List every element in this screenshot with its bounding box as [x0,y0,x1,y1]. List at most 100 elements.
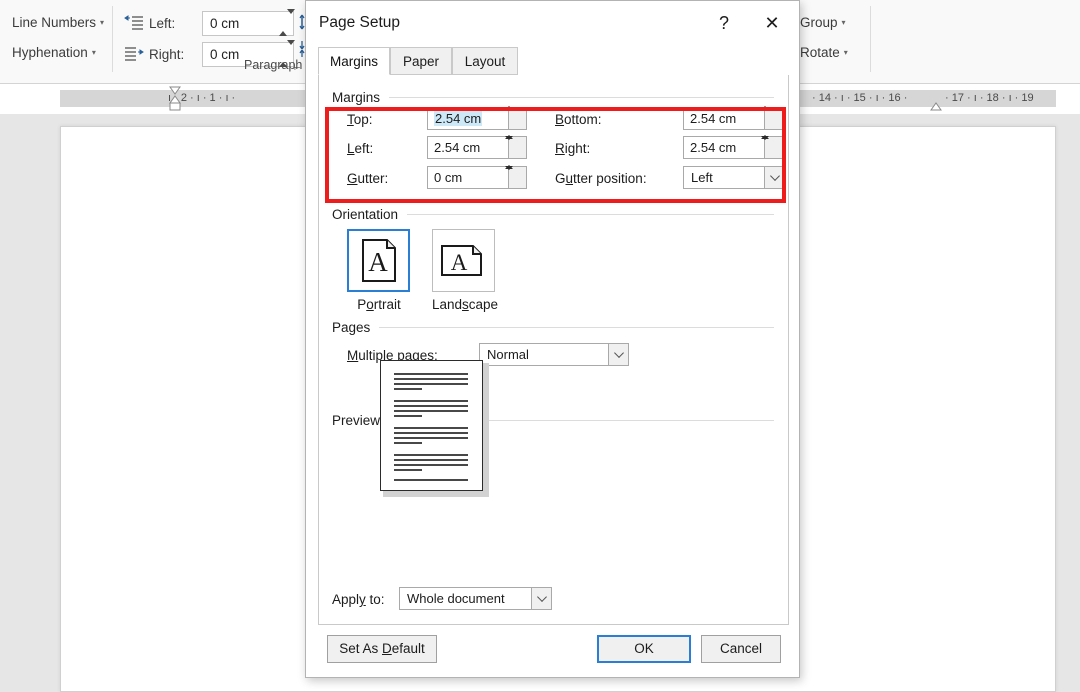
margin-top-value: 2.54 cm [434,111,482,126]
apply-to-dropdown-button[interactable] [531,587,552,610]
ribbon-divider [870,6,871,72]
gutter-position-label: Gutter position: [555,171,647,186]
help-icon[interactable]: ? [711,10,737,36]
margin-top-label: Top: [347,112,373,127]
rotate-label: Rotate [800,45,840,60]
set-as-default-button[interactable]: Set As Default [327,635,437,663]
margin-left-label: Left: [347,141,373,156]
stepper-down-icon [761,107,769,111]
group-button[interactable]: Group ▾ [800,16,846,30]
apply-to-label: Apply to: [332,592,385,607]
margin-bottom-value: 2.54 cm [690,111,736,126]
margins-group-rule [389,97,774,98]
indent-left-input[interactable]: 0 cm [202,11,294,36]
chevron-down-icon: ▾ [842,16,846,30]
indent-left-value: 0 cm [210,16,239,31]
multiple-pages-select[interactable]: Normal [479,343,629,366]
svg-text:A: A [368,247,388,277]
orientation-portrait-tile[interactable]: A [347,229,410,292]
tab-margins[interactable]: Margins [318,47,390,75]
line-numbers-label: Line Numbers [12,15,96,30]
cancel-button[interactable]: Cancel [701,635,781,663]
margin-bottom-input[interactable]: 2.54 cm [683,107,783,130]
gutter-position-select[interactable]: Left [683,166,785,189]
group-label: Group [800,15,838,30]
preview-page [380,360,483,491]
chevron-down-icon: ▾ [92,46,96,60]
indent-right-label: Right: [149,47,184,62]
right-indent-marker-icon[interactable] [930,98,942,107]
dialog-footer: Set As Default OK Cancel [306,625,799,679]
gutter-value: 0 cm [434,170,462,185]
landscape-page-icon: A [433,230,494,291]
orientation-group-label: Orientation [332,207,398,223]
apply-to-select[interactable]: Whole document [399,587,552,610]
orientation-group-rule [407,214,774,215]
gutter-position-dropdown-button[interactable] [764,166,785,189]
gutter-input[interactable]: 0 cm [427,166,527,189]
indent-right-value: 0 cm [210,47,239,62]
ruler-ticks-right-after: · 17 · ı · 18 · ı · 19 [945,90,1034,107]
chevron-down-icon: ▾ [844,46,848,60]
line-numbers-button[interactable]: Line Numbers ▾ [12,16,104,30]
gutter-position-value: Left [691,170,713,185]
gutter-stepper[interactable] [508,166,527,189]
preview-text-lines-icon [381,361,481,489]
dialog-titlebar[interactable]: Page Setup ? ✕ [306,1,799,47]
hyphenation-label: Hyphenation [12,45,88,60]
margin-left-stepper[interactable] [508,136,527,159]
dialog-body: Margins Top: 2.54 cm Bottom: 2.54 cm Lef… [318,75,789,625]
multiple-pages-dropdown-button[interactable] [608,343,629,366]
dialog-title: Page Setup [319,14,400,32]
margin-left-input[interactable]: 2.54 cm [427,136,527,159]
dialog-tabstrip: Margins Paper Layout [318,47,789,75]
multiple-pages-value: Normal [487,347,529,362]
margin-bottom-stepper[interactable] [764,107,783,130]
margin-right-stepper[interactable] [764,136,783,159]
preview-group-label: Preview [332,413,380,429]
indent-left-label: Left: [149,16,175,31]
margin-top-input[interactable]: 2.54 cm [427,107,527,130]
ribbon-divider [112,6,113,72]
margin-right-input[interactable]: 2.54 cm [683,136,783,159]
margin-right-label: Right: [555,141,590,156]
margin-right-value: 2.54 cm [690,140,736,155]
stepper-up-icon[interactable] [279,14,287,36]
indent-left-row: Left: 0 cm [124,10,294,38]
portrait-page-icon: A [349,231,408,290]
tab-paper[interactable]: Paper [390,47,452,75]
page-setup-dialog: Page Setup ? ✕ Margins Paper Layout Marg… [305,0,800,678]
stepper-down-icon [505,166,513,170]
orientation-landscape-tile[interactable]: A [432,229,495,292]
stepper-down-icon [761,136,769,140]
indent-right-icon [124,46,144,62]
pages-group-label: Pages [332,320,370,336]
stepper-down-icon[interactable] [287,9,295,31]
tab-layout[interactable]: Layout [452,47,518,75]
margins-group-label: Margins [332,90,380,106]
first-line-indent-marker-icon[interactable] [168,86,182,112]
stepper-down-icon [505,107,513,111]
gutter-label: Gutter: [347,171,388,186]
chevron-down-icon: ▾ [100,16,104,30]
orientation-landscape-label[interactable]: Landscape [419,297,511,312]
chevron-down-icon [770,171,780,181]
stepper-down-icon [505,136,513,140]
chevron-down-icon [614,348,624,358]
indent-left-stepper[interactable] [279,14,290,35]
svg-text:A: A [451,250,468,275]
apply-to-value: Whole document [407,591,505,606]
hyphenation-button[interactable]: Hyphenation ▾ [12,46,96,60]
orientation-portrait-label[interactable]: Portrait [335,297,423,312]
ruler-ticks-right: · 14 · ı · 15 · ı · 16 · [812,90,907,107]
margin-bottom-label: Bottom: [555,112,602,127]
indent-left-icon [124,15,144,31]
ok-button[interactable]: OK [597,635,691,663]
margin-left-value: 2.54 cm [434,140,480,155]
paragraph-group-caption: Paragraph [244,58,302,72]
pages-group-rule [379,327,774,328]
chevron-down-icon [537,592,547,602]
margin-top-stepper[interactable] [508,107,527,130]
close-icon[interactable]: ✕ [757,10,787,36]
rotate-button[interactable]: Rotate ▾ [800,46,848,60]
